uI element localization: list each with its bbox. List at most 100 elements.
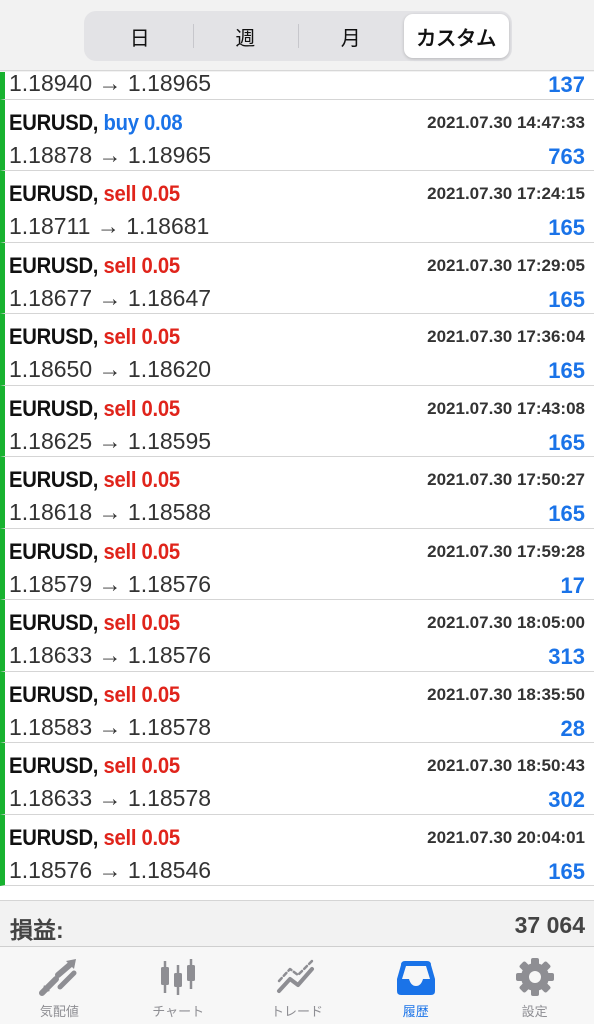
trade-type: sell 0.05: [103, 467, 181, 492]
trade-row[interactable]: EURUSD, sell 0.05 2021.07.30 18:35:50 1.18…: [0, 671, 594, 743]
tab-quotes-label: 気配値: [39, 1004, 79, 1019]
trade-profit: 137: [548, 72, 585, 97]
profit-total: 37 064: [514, 912, 585, 938]
trade-history-list[interactable]: EURUSD, buy 0.081.18940 → 1.18965137EURU…: [0, 72, 594, 900]
trade-type: sell 0.05: [103, 538, 181, 564]
trade-symbol: EURUSD, sell 0.05: [9, 539, 180, 565]
trade-time: 2021.07.30 17:29:05: [427, 255, 585, 275]
trade-symbol: EURUSD, sell 0.05: [9, 825, 180, 851]
trade-row[interactable]: EURUSD, sell 0.05 2021.07.30 17:36:04 1.18…: [0, 314, 594, 386]
symbol-text: EURUSD,: [9, 538, 99, 564]
trade-symbol: EURUSD, sell 0.05: [9, 467, 180, 493]
trade-time: 2021.07.30 14:47:33: [427, 112, 585, 132]
symbol-text: EURUSD,: [9, 395, 99, 421]
trade-symbol: EURUSD, buy 0.08: [9, 109, 183, 136]
tab-quotes[interactable]: 気配値: [0, 947, 119, 1024]
trade-type: sell 0.05: [103, 753, 181, 778]
trade-row[interactable]: EURUSD, buy 0.081.18940 → 1.18965137: [0, 72, 594, 100]
trade-time: 2021.07.30 17:24:15: [427, 184, 585, 203]
trade-symbol: EURUSD, sell 0.05: [9, 682, 180, 708]
trade-prices: 1.18878 → 1.18965: [9, 141, 212, 168]
trade-time: 2021.07.30 17:59:28: [427, 541, 585, 561]
trade-profit: 165: [548, 429, 585, 455]
trade-symbol: EURUSD, sell 0.05: [9, 181, 180, 207]
trade-type: sell 0.05: [103, 181, 181, 206]
trade-symbol: EURUSD, sell 0.05: [9, 610, 180, 636]
trade-time: 2021.07.30 18:35:50: [427, 684, 585, 704]
gear-icon: [515, 958, 554, 996]
trade-row[interactable]: EURUSD, sell 0.05 2021.07.30 17:50:27 1.18…: [0, 457, 594, 529]
trade-time: 2021.07.30 17:43:08: [427, 398, 585, 418]
tab-chart-label: チャート: [152, 1004, 205, 1019]
trade-profit: 763: [548, 143, 585, 169]
profit-summary: 損益: 37 064: [0, 900, 594, 946]
trade-prices: 1.18579 → 1.18576: [9, 570, 212, 597]
trade-row[interactable]: EURUSD, sell 0.05 2021.07.30 20:04:01 1.18…: [0, 814, 594, 886]
trade-row[interactable]: EURUSD, sell 0.05 2021.07.30 18:05:00 1.18…: [0, 600, 594, 672]
trade-type: sell 0.05: [103, 395, 181, 421]
symbol-text: EURUSD,: [9, 252, 99, 278]
trade-type: sell 0.05: [103, 252, 181, 278]
tab-trade[interactable]: トレード: [238, 947, 357, 1024]
segment-month[interactable]: 月: [298, 14, 404, 58]
trade-prices: 1.18625 → 1.18595: [9, 427, 212, 454]
trade-prices: 1.18677 → 1.18647: [9, 284, 212, 311]
trade-profit: 165: [548, 858, 585, 884]
tab-settings-label: 設定: [521, 1004, 548, 1019]
symbol-text: EURUSD,: [9, 324, 99, 349]
symbol-text: EURUSD,: [9, 610, 99, 635]
trade-symbol: EURUSD, sell 0.05: [9, 396, 180, 422]
trade-symbol: EURUSD, sell 0.05: [9, 324, 180, 350]
trade-type: sell 0.05: [103, 324, 181, 349]
trade-symbol: EURUSD, sell 0.05: [9, 253, 180, 279]
trade-profit: 165: [548, 501, 585, 526]
trade-profit: 165: [548, 215, 585, 240]
quotes-arrows-icon: [39, 959, 77, 996]
trade-profit: 165: [548, 358, 585, 383]
trade-profit: 28: [560, 715, 585, 741]
segment-day[interactable]: 日: [87, 14, 193, 58]
trade-symbol: EURUSD, sell 0.05: [9, 753, 180, 779]
trade-row[interactable]: EURUSD, buy 0.08 2021.07.30 14:47:33 1.188…: [0, 99, 594, 171]
trade-prices: 1.18618 → 1.18588: [9, 499, 212, 525]
candlestick-chart-icon: [161, 959, 196, 995]
history-tray-icon: [396, 961, 435, 995]
segment-week[interactable]: 週: [192, 14, 299, 58]
segment-custom[interactable]: カスタム: [403, 14, 509, 58]
symbol-text: EURUSD,: [9, 753, 99, 778]
trade-time: 2021.07.30 18:05:00: [427, 613, 585, 632]
trade-row[interactable]: EURUSD, sell 0.05 2021.07.30 17:43:08 1.18…: [0, 385, 594, 457]
trade-prices: 1.18583 → 1.18578: [9, 713, 212, 740]
trade-row[interactable]: EURUSD, sell 0.05 2021.07.30 17:29:05 1.18…: [0, 242, 594, 314]
trade-time: 2021.07.30 17:50:27: [427, 470, 585, 489]
trade-prices: 1.18650 → 1.18620: [9, 356, 212, 382]
trade-profit: 313: [548, 644, 585, 669]
tab-trade-label: トレード: [270, 1004, 323, 1019]
trade-prices: 1.18576 → 1.18546: [9, 856, 212, 883]
trade-prices: 1.18633 → 1.18576: [9, 642, 212, 668]
trade-chart-icon: [276, 959, 314, 993]
trade-prices: 1.18633 → 1.18578: [9, 785, 212, 811]
period-segmented-control: 日 週 月 カスタム: [84, 11, 512, 61]
trade-history-rows: EURUSD, buy 0.081.18940 → 1.18965137EURU…: [0, 72, 594, 886]
trade-type: sell 0.05: [103, 681, 181, 707]
bottom-tab-bar: 気配値 チャート トレード 履歴 設定: [0, 946, 594, 1024]
trade-time: 2021.07.30 20:04:01: [427, 827, 585, 847]
symbol-text: EURUSD,: [9, 181, 99, 206]
trade-row[interactable]: EURUSD, sell 0.05 2021.07.30 17:59:28 1.18…: [0, 528, 594, 600]
symbol-text: EURUSD,: [9, 109, 99, 135]
trade-type: sell 0.05: [103, 610, 181, 635]
tab-history[interactable]: 履歴: [356, 947, 475, 1024]
trade-type: buy 0.08: [103, 109, 183, 135]
symbol-text: EURUSD,: [9, 681, 99, 707]
trade-profit: 17: [560, 572, 585, 598]
tab-settings[interactable]: 設定: [475, 947, 594, 1024]
tab-chart[interactable]: チャート: [119, 947, 238, 1024]
trade-time: 2021.07.30 18:50:43: [427, 756, 585, 775]
trade-prices: 1.18940 → 1.18965: [9, 72, 212, 96]
trade-row[interactable]: EURUSD, sell 0.05 2021.07.30 18:50:43 1.18…: [0, 743, 594, 815]
symbol-text: EURUSD,: [9, 824, 99, 850]
tab-history-label: 履歴: [402, 1004, 429, 1019]
trade-row[interactable]: EURUSD, sell 0.05 2021.07.30 17:24:15 1.18…: [0, 171, 594, 243]
trade-profit: 165: [548, 286, 585, 312]
